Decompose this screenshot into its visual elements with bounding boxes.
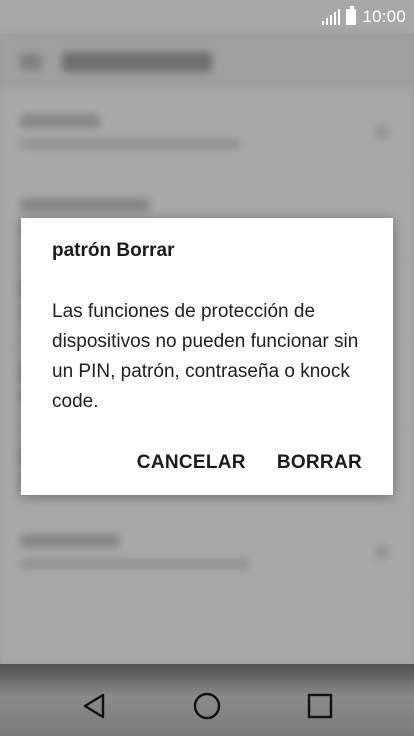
dialog-actions: CANCELAR BORRAR: [137, 452, 362, 474]
dialog-title: patrón Borrar: [52, 240, 175, 261]
status-icons: 10:00: [322, 6, 406, 28]
background-title: [62, 52, 212, 72]
navigation-bar: [0, 664, 414, 736]
background-app-header: [0, 34, 414, 90]
home-button[interactable]: [187, 686, 227, 726]
status-time: 10:00: [362, 7, 406, 26]
erase-button[interactable]: BORRAR: [277, 452, 362, 474]
recent-apps-button[interactable]: [300, 686, 340, 726]
cancel-button[interactable]: CANCELAR: [137, 452, 246, 474]
back-icon: [83, 693, 105, 719]
signal-icon: [322, 9, 341, 25]
background-back-icon: [20, 54, 42, 70]
erase-pattern-dialog: patrón Borrar Las funciones de protecció…: [21, 218, 393, 495]
battery-icon: [346, 6, 357, 25]
recent-apps-icon: [307, 693, 333, 719]
back-button[interactable]: [74, 686, 114, 726]
home-icon: [193, 692, 221, 720]
background-row: [0, 510, 414, 595]
status-bar: 10:00: [0, 0, 414, 34]
dialog-message: Las funciones de protección de dispositi…: [52, 301, 359, 412]
background-row: [0, 90, 414, 175]
